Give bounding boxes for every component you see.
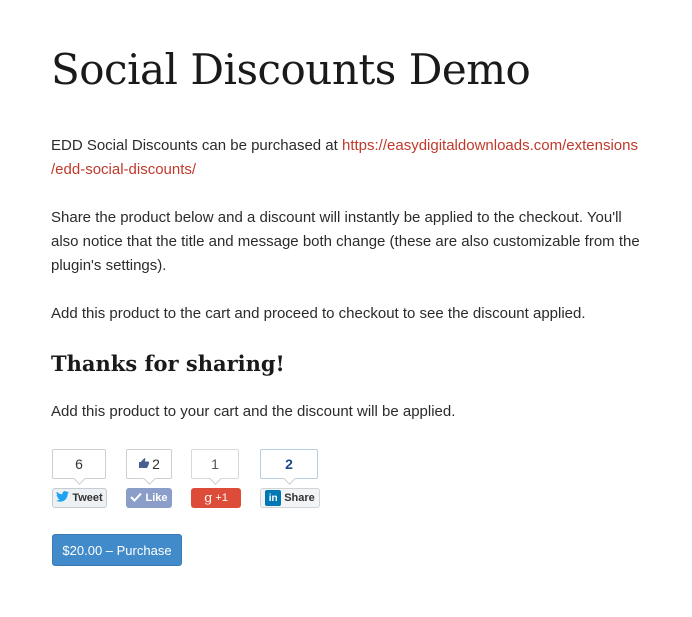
- linkedin-share-button[interactable]: in Share: [260, 488, 320, 508]
- thanks-heading: Thanks for sharing!: [51, 351, 285, 376]
- like-label: Like: [145, 492, 168, 504]
- tweet-label: Tweet: [72, 492, 103, 504]
- checkmark-icon: [130, 492, 143, 505]
- intro-paragraph: EDD Social Discounts can be purchased at…: [51, 134, 651, 182]
- cart-paragraph: Add this product to the cart and proceed…: [51, 305, 586, 322]
- googleplus-label: +1: [215, 492, 228, 504]
- thanks-paragraph: Add this product to your cart and the di…: [51, 403, 456, 420]
- googleplus-count: 1: [191, 449, 239, 479]
- share-paragraph: Share the product below and a discount w…: [51, 209, 640, 274]
- like-button[interactable]: Like: [126, 488, 172, 508]
- facebook-count: 2: [152, 456, 160, 472]
- google-g-icon: g: [204, 490, 213, 506]
- share-buttons: 6 Tweet 2 Like 1 g +1 2 in Share: [51, 449, 351, 511]
- twitter-count: 6: [52, 449, 106, 479]
- facebook-share: 2 Like: [126, 449, 172, 508]
- linkedin-logo-icon: in: [265, 490, 282, 506]
- purchase-button[interactable]: $20.00 – Purchase: [52, 534, 182, 566]
- page-title: Social Discounts Demo: [51, 45, 531, 94]
- thumbs-up-icon: [138, 456, 150, 472]
- facebook-count-box: 2: [126, 449, 172, 479]
- twitter-share: 6 Tweet: [52, 449, 107, 508]
- linkedin-share-label: Share: [284, 492, 315, 504]
- googleplus-button[interactable]: g +1: [191, 488, 241, 508]
- linkedin-count: 2: [260, 449, 318, 479]
- linkedin-share: 2 in Share: [260, 449, 320, 508]
- intro-text: EDD Social Discounts can be purchased at: [51, 137, 342, 154]
- googleplus-share: 1 g +1: [191, 449, 241, 508]
- tweet-button[interactable]: Tweet: [52, 488, 107, 508]
- twitter-bird-icon: [56, 491, 70, 505]
